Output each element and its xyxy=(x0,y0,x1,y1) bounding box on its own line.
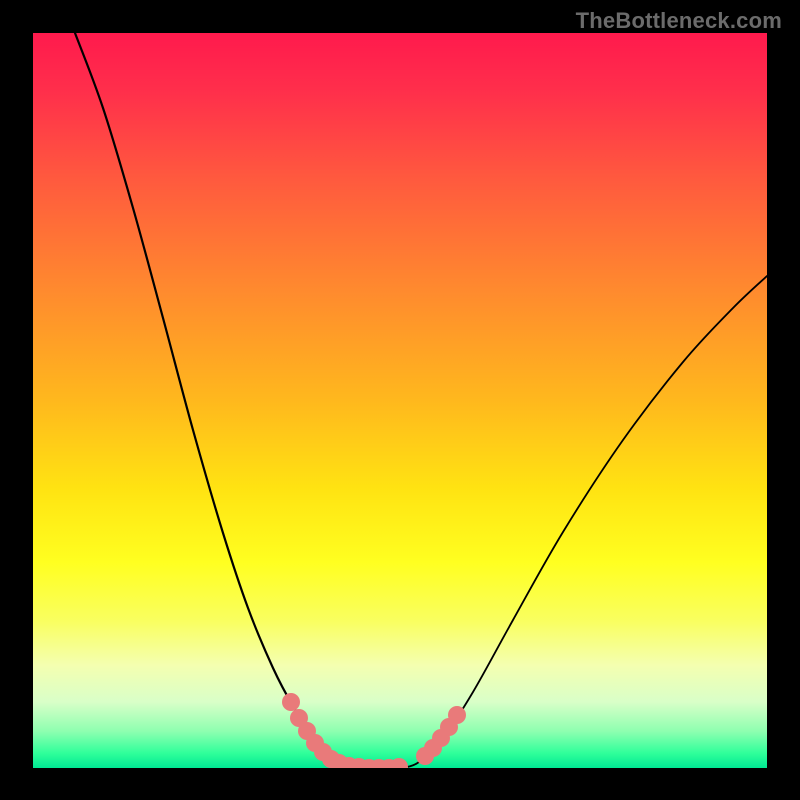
curves-layer xyxy=(33,33,767,768)
chart-stage: TheBottleneck.com xyxy=(0,0,800,800)
marker-dot xyxy=(390,758,408,768)
marker-dot xyxy=(448,706,466,724)
plot-frame xyxy=(33,33,767,768)
watermark-text: TheBottleneck.com xyxy=(576,8,782,34)
right-curve xyxy=(403,276,767,768)
left-curve xyxy=(75,33,363,768)
marker-dot xyxy=(282,693,300,711)
